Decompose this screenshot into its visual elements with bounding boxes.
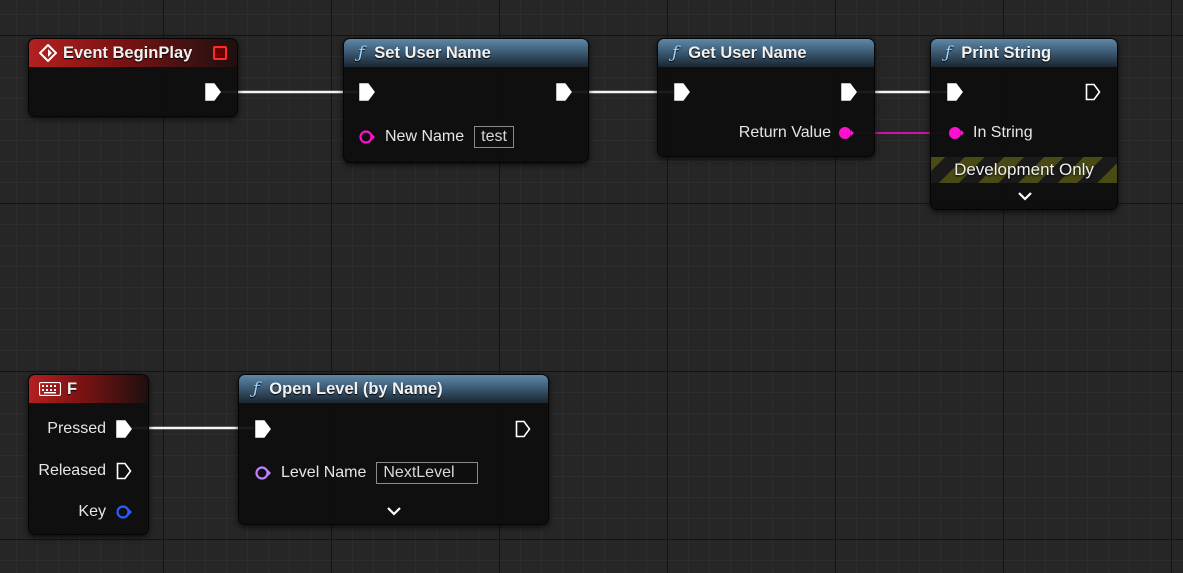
pin-label: Return Value — [738, 124, 831, 141]
string-pin-icon — [839, 127, 854, 139]
function-icon: ƒ — [672, 43, 679, 63]
released-output-pin[interactable]: Released — [38, 462, 132, 480]
pin-label: Level Name — [281, 464, 367, 481]
node-title: Event BeginPlay — [63, 43, 193, 62]
pin-label: Released — [38, 462, 106, 479]
key-output-pin[interactable]: Key — [78, 503, 132, 521]
node-title: Open Level (by Name) — [269, 379, 443, 398]
node-title: Set User Name — [374, 43, 491, 62]
name-pin-icon — [255, 466, 271, 480]
exec-pin-icon — [674, 83, 690, 101]
pin-label: New Name — [385, 128, 465, 145]
node-header[interactable]: ƒ Set User Name — [344, 39, 588, 67]
node-title: F — [67, 379, 78, 398]
keyboard-icon — [39, 382, 61, 396]
key-pin-icon — [116, 505, 132, 519]
exec-output-pin[interactable] — [1085, 83, 1101, 101]
chevron-down-icon[interactable] — [1017, 191, 1033, 201]
name-pin-icon — [359, 130, 375, 144]
chevron-down-icon[interactable] — [386, 506, 402, 516]
exec-pin-icon — [116, 420, 132, 438]
level-name-field[interactable]: NextLevel — [376, 462, 479, 484]
delegate-pin-icon[interactable] — [213, 46, 227, 60]
level-name-input-pin[interactable]: Level Name NextLevel — [255, 462, 479, 484]
pin-label: Key — [78, 503, 106, 520]
node-header[interactable]: ƒ Print String — [931, 39, 1117, 67]
new-name-field[interactable]: test — [474, 126, 514, 148]
exec-input-pin[interactable] — [359, 83, 375, 101]
node-set-user-name[interactable]: ƒ Set User Name New Name test — [343, 38, 589, 163]
node-print-string[interactable]: ƒ Print String In String Development Onl… — [930, 38, 1118, 210]
exec-input-pin[interactable] — [947, 83, 963, 101]
pin-label: In String — [973, 124, 1033, 141]
development-only-banner: Development Only — [931, 157, 1117, 183]
node-title: Get User Name — [688, 43, 807, 62]
node-open-level-by-name[interactable]: ƒ Open Level (by Name) Level Name NextLe… — [238, 374, 549, 525]
node-key-f[interactable]: F Pressed Released Key — [28, 374, 149, 535]
exec-output-pin[interactable] — [205, 83, 221, 101]
exec-output-pin[interactable] — [515, 420, 531, 438]
return-value-output-pin[interactable]: Return Value — [739, 124, 854, 142]
exec-pin-icon — [556, 83, 572, 101]
node-header[interactable]: F — [29, 375, 148, 403]
node-header[interactable]: Event BeginPlay — [29, 39, 237, 67]
exec-pin-icon — [1085, 83, 1101, 101]
exec-pin-icon — [116, 462, 132, 480]
event-diamond-icon — [39, 44, 57, 62]
node-header[interactable]: ƒ Get User Name — [658, 39, 874, 67]
node-title: Print String — [961, 43, 1052, 62]
string-pin-icon — [949, 127, 964, 139]
function-icon: ƒ — [358, 43, 365, 63]
node-event-beginplay[interactable]: Event BeginPlay — [28, 38, 238, 117]
exec-pin-icon — [841, 83, 857, 101]
exec-pin-icon — [205, 83, 221, 101]
node-header[interactable]: ƒ Open Level (by Name) — [239, 375, 548, 403]
pin-label: Pressed — [47, 420, 106, 437]
exec-pin-icon — [255, 420, 271, 438]
exec-input-pin[interactable] — [255, 420, 271, 438]
function-icon: ƒ — [945, 43, 952, 63]
function-icon: ƒ — [253, 379, 260, 399]
node-get-user-name[interactable]: ƒ Get User Name Return Value — [657, 38, 875, 157]
exec-pin-icon — [359, 83, 375, 101]
exec-pin-icon — [947, 83, 963, 101]
exec-input-pin[interactable] — [674, 83, 690, 101]
exec-output-pin[interactable] — [556, 83, 572, 101]
exec-pin-icon — [515, 420, 531, 438]
exec-output-pin[interactable] — [841, 83, 857, 101]
in-string-input-pin[interactable]: In String — [948, 124, 1033, 142]
pressed-output-pin[interactable]: Pressed — [47, 420, 132, 438]
new-name-input-pin[interactable]: New Name test — [359, 126, 514, 148]
